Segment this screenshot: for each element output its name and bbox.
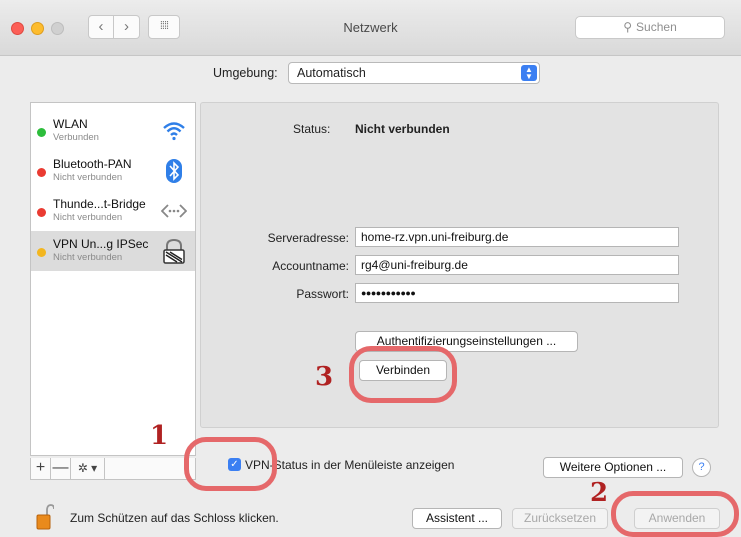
service-status: Verbunden bbox=[53, 132, 99, 143]
gear-menu-button[interactable]: ✲ ▾ bbox=[71, 458, 105, 479]
lock-hint-text: Zum Schützen auf das Schloss klicken. bbox=[70, 511, 279, 525]
location-select[interactable]: Automatisch ▲ ▼ bbox=[288, 62, 540, 84]
search-icon: ⚲ bbox=[623, 20, 633, 34]
assistant-button[interactable]: Assistent ... bbox=[412, 508, 502, 529]
search-placeholder: Suchen bbox=[636, 20, 677, 34]
revert-button[interactable]: Zurücksetzen bbox=[512, 508, 608, 529]
title-bar: ‹ › ⁞⁞⁞⁞ Netzwerk ⚲ Suchen bbox=[0, 0, 741, 56]
status-dot bbox=[37, 208, 46, 217]
gear-icon: ✲ ▾ bbox=[77, 461, 98, 475]
server-label: Serveradresse: bbox=[267, 231, 349, 245]
password-label: Passwort: bbox=[296, 287, 349, 301]
server-address-field[interactable]: home-rz.vpn.uni-freiburg.de bbox=[355, 227, 679, 247]
annotation-highlight-1 bbox=[184, 437, 277, 491]
password-field[interactable]: ●●●●●●●●●●● bbox=[355, 283, 679, 303]
service-item-thunderbolt-bridge[interactable]: Thunde...t-Bridge Nicht verbunden bbox=[31, 191, 195, 231]
service-name: Thunde...t-Bridge bbox=[53, 197, 146, 211]
account-label: Accountname: bbox=[272, 259, 349, 273]
bluetooth-icon bbox=[166, 159, 182, 183]
annotation-number-2: 2 bbox=[590, 478, 609, 508]
service-name: Bluetooth-PAN bbox=[53, 157, 132, 171]
service-item-bluetooth-pan[interactable]: Bluetooth-PAN Nicht verbunden bbox=[31, 151, 195, 191]
thunderbolt-bridge-icon bbox=[161, 204, 187, 218]
vpn-lock-icon bbox=[163, 238, 185, 264]
annotation-number-1: 1 bbox=[150, 421, 169, 451]
lock-icon[interactable] bbox=[36, 504, 54, 530]
status-label: Status: bbox=[293, 122, 331, 136]
service-list: WLAN Verbunden Bluetooth-PAN Nicht verbu… bbox=[30, 102, 196, 456]
status-dot bbox=[37, 168, 46, 177]
service-status: Nicht verbunden bbox=[53, 252, 123, 263]
annotation-highlight-2 bbox=[611, 491, 739, 537]
service-item-wlan[interactable]: WLAN Verbunden bbox=[31, 111, 195, 151]
status-dot bbox=[37, 248, 46, 257]
select-arrows-icon: ▲ ▼ bbox=[521, 65, 537, 81]
service-list-toolbar: + — ✲ ▾ bbox=[30, 458, 196, 480]
annotation-highlight-3 bbox=[349, 346, 457, 403]
help-button[interactable]: ? bbox=[692, 458, 711, 477]
add-service-button[interactable]: + bbox=[31, 458, 51, 479]
location-label: Umgebung: bbox=[213, 66, 278, 80]
location-value: Automatisch bbox=[297, 66, 366, 80]
wifi-icon bbox=[163, 122, 185, 141]
account-name-field[interactable]: rg4@uni-freiburg.de bbox=[355, 255, 679, 275]
service-status: Nicht verbunden bbox=[53, 212, 123, 223]
annotation-number-3: 3 bbox=[315, 362, 334, 392]
status-value: Nicht verbunden bbox=[355, 122, 450, 136]
remove-service-button[interactable]: — bbox=[51, 458, 71, 479]
status-dot bbox=[37, 128, 46, 137]
service-item-vpn[interactable]: VPN Un...g IPSec Nicht verbunden bbox=[31, 231, 195, 271]
service-name: VPN Un...g IPSec bbox=[53, 237, 149, 251]
service-status: Nicht verbunden bbox=[53, 172, 123, 183]
service-name: WLAN bbox=[53, 117, 88, 131]
more-options-button[interactable]: Weitere Optionen ... bbox=[543, 457, 683, 478]
search-input[interactable]: ⚲ Suchen bbox=[575, 16, 725, 39]
